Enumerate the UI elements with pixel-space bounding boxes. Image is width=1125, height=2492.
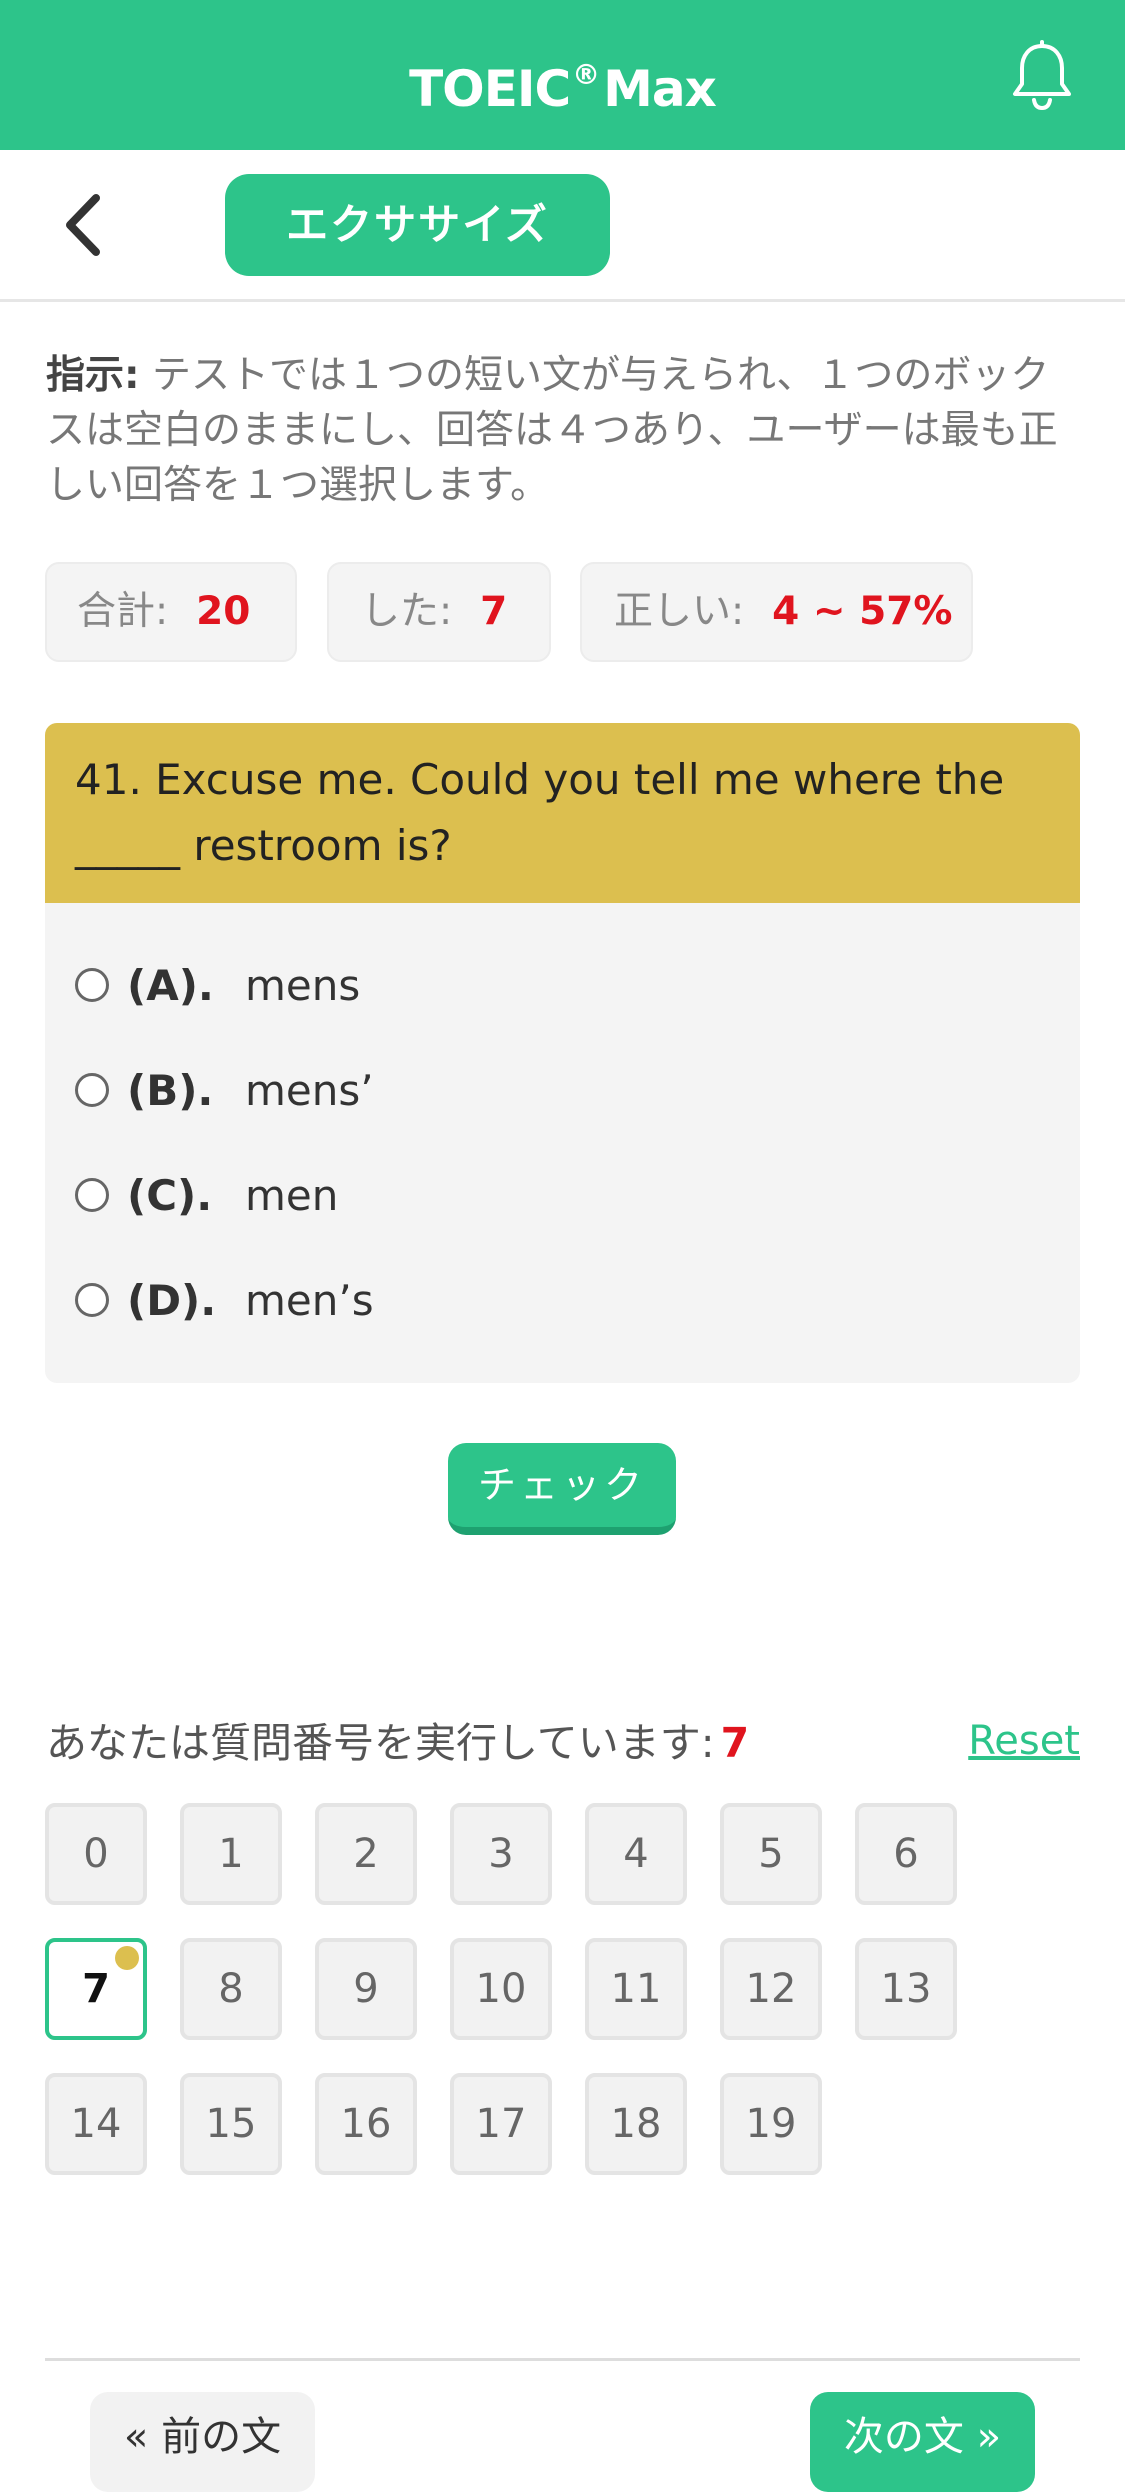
app-title-suffix: Max: [603, 60, 717, 118]
option-d-radio[interactable]: [75, 1283, 109, 1317]
option-d-text: men’s: [245, 1276, 374, 1325]
app-title-main: TOEIC: [409, 60, 571, 118]
question-text: 41. Excuse me. Could you tell me where t…: [75, 755, 1005, 870]
question-number-label: 2: [353, 1831, 379, 1877]
stat-total-value: 20: [196, 589, 251, 634]
question-card: 41. Excuse me. Could you tell me where t…: [45, 723, 1080, 1383]
question-number-label: 5: [758, 1831, 784, 1877]
question-number-label: 4: [623, 1831, 649, 1877]
progress-label-text: あなたは質問番号を実行しています:: [46, 1719, 715, 1767]
question-number-button[interactable]: 0: [45, 1803, 147, 1905]
question-number-button[interactable]: 19: [720, 2073, 822, 2175]
question-number-label: 1: [218, 1831, 244, 1877]
stat-correct: 正しい: 4 ~ 57%: [580, 562, 973, 662]
question-number-button[interactable]: 3: [450, 1803, 552, 1905]
instruction-body: テストでは１つの短い文が与えられ、１つのボックスは空白のままにし、回答は４つあり…: [46, 353, 1058, 508]
question-number-label: 6: [893, 1831, 919, 1877]
stat-correct-value: 4 ~ 57%: [772, 589, 953, 634]
question-header: 41. Excuse me. Could you tell me where t…: [45, 723, 1080, 903]
app-title: TOEIC®Max: [0, 0, 1125, 150]
app-header: TOEIC®Max: [0, 0, 1125, 150]
option-c-text: men: [245, 1171, 339, 1220]
exercise-mode-button[interactable]: エクササイズ: [225, 174, 610, 276]
progress-label: あなたは質問番号を実行しています: 7: [46, 1713, 749, 1773]
instruction-label: 指示:: [46, 353, 140, 398]
question-number-label: 7: [82, 1966, 110, 2012]
question-number-button[interactable]: 10: [450, 1938, 552, 2040]
option-a-text: mens: [245, 961, 361, 1010]
question-number-button[interactable]: 2: [315, 1803, 417, 1905]
question-number-label: 18: [610, 2101, 662, 2147]
next-sentence-button[interactable]: 次の文 »: [810, 2392, 1035, 2492]
question-number-label: 19: [745, 2101, 797, 2147]
question-number-button[interactable]: 11: [585, 1938, 687, 2040]
stat-done: した: 7: [327, 562, 551, 662]
current-question-marker: [115, 1946, 139, 1970]
question-number-button[interactable]: 17: [450, 2073, 552, 2175]
check-button[interactable]: チェック: [448, 1443, 676, 1535]
question-number-label: 3: [488, 1831, 514, 1877]
question-number-button[interactable]: 8: [180, 1938, 282, 2040]
question-number-button[interactable]: 14: [45, 2073, 147, 2175]
question-number-label: 15: [205, 2101, 257, 2147]
stat-correct-label: 正しい:: [614, 589, 745, 634]
option-d-letter: (D).: [127, 1276, 217, 1325]
option-c-letter: (C).: [127, 1171, 213, 1220]
question-number-button[interactable]: 5: [720, 1803, 822, 1905]
question-number-label: 13: [880, 1966, 932, 2012]
option-b-text: mens’: [245, 1066, 374, 1115]
question-number-button[interactable]: 15: [180, 2073, 282, 2175]
question-number-button[interactable]: 1: [180, 1803, 282, 1905]
progress-current-number: 7: [720, 1719, 750, 1767]
option-b-letter: (B).: [127, 1066, 214, 1115]
question-number-label: 14: [70, 2101, 122, 2147]
bell-icon[interactable]: [1010, 40, 1074, 112]
chevron-left-icon[interactable]: [60, 190, 120, 260]
reset-link[interactable]: Reset: [960, 1711, 1080, 1771]
question-number-label: 12: [745, 1966, 797, 2012]
option-b-radio[interactable]: [75, 1073, 109, 1107]
option-d[interactable]: (D). men’s: [75, 1268, 1035, 1338]
question-number-label: 16: [340, 2101, 392, 2147]
question-number-button[interactable]: 13: [855, 1938, 957, 2040]
instruction-text: 指示: テストでは１つの短い文が与えられ、１つのボックスは空白のままにし、回答は…: [46, 348, 1076, 513]
option-a[interactable]: (A). mens: [75, 953, 1035, 1023]
question-number-button[interactable]: 18: [585, 2073, 687, 2175]
option-c-radio[interactable]: [75, 1178, 109, 1212]
question-number-label: 17: [475, 2101, 527, 2147]
question-number-button[interactable]: 6: [855, 1803, 957, 1905]
stat-total: 合計: 20: [45, 562, 297, 662]
question-number-button[interactable]: 7: [45, 1938, 147, 2040]
option-b[interactable]: (B). mens’: [75, 1058, 1035, 1128]
footer-divider: [45, 2358, 1080, 2361]
registered-mark: ®: [572, 58, 600, 91]
previous-sentence-button[interactable]: « 前の文: [90, 2392, 315, 2492]
question-number-button[interactable]: 12: [720, 1938, 822, 2040]
stat-done-label: した:: [361, 589, 453, 634]
question-number-button[interactable]: 16: [315, 2073, 417, 2175]
question-number-label: 8: [218, 1966, 244, 2012]
option-a-letter: (A).: [127, 961, 214, 1010]
option-a-radio[interactable]: [75, 968, 109, 1002]
question-number-button[interactable]: 9: [315, 1938, 417, 2040]
stat-total-label: 合計:: [77, 589, 169, 634]
question-number-label: 11: [610, 1966, 662, 2012]
question-number-label: 0: [83, 1831, 109, 1877]
question-number-label: 10: [475, 1966, 527, 2012]
question-number-label: 9: [353, 1966, 379, 2012]
question-number-button[interactable]: 4: [585, 1803, 687, 1905]
option-c[interactable]: (C). men: [75, 1163, 1035, 1233]
header-divider: [0, 299, 1125, 302]
stat-done-value: 7: [480, 589, 508, 634]
